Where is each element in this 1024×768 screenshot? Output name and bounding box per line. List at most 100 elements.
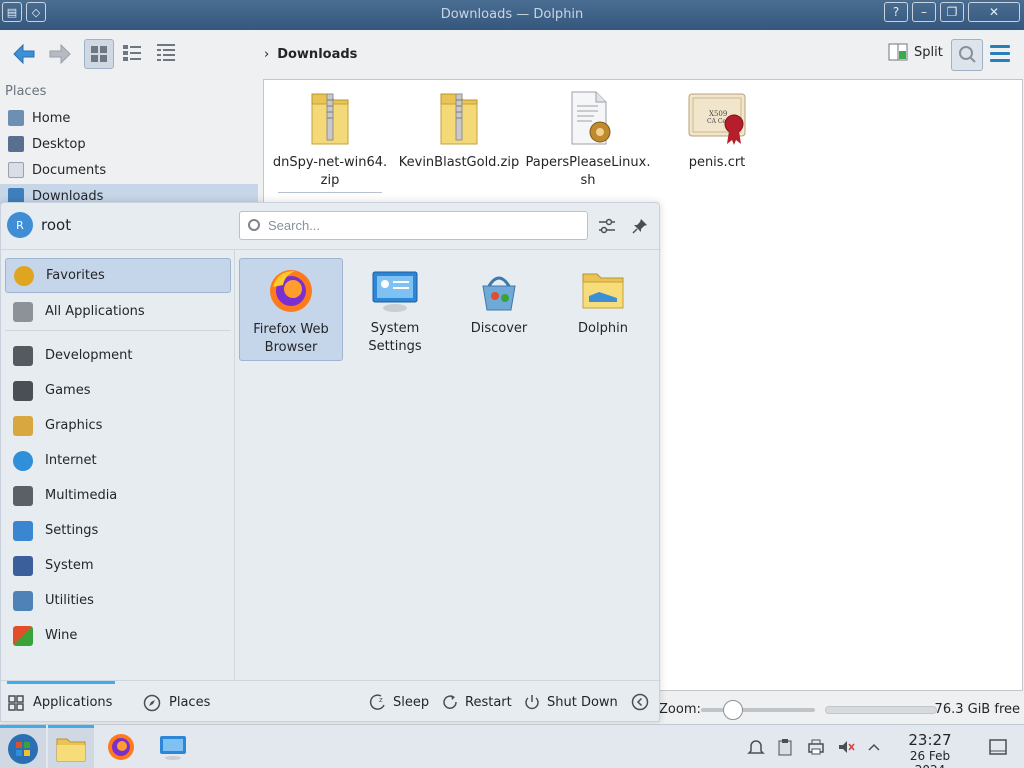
category-label: Games: [45, 383, 91, 398]
category-list: Favorites All Applications Development G…: [1, 250, 235, 680]
tab-applications[interactable]: Applications: [7, 681, 116, 724]
folder-icon: [579, 266, 627, 314]
system-icon: [13, 555, 33, 576]
maximize-button[interactable]: ❐: [940, 2, 964, 22]
favorite-dolphin[interactable]: Dolphin: [551, 258, 655, 361]
minimize-button[interactable]: –: [912, 2, 936, 22]
restart-button[interactable]: Restart: [441, 693, 512, 711]
category-all-applications[interactable]: All Applications: [5, 294, 231, 329]
user-name: root: [41, 216, 72, 234]
show-desktop-icon[interactable]: [988, 737, 1008, 757]
shutdown-button[interactable]: Shut Down: [523, 693, 618, 711]
internet-icon: [13, 450, 33, 471]
power-icon: [525, 695, 539, 710]
zoom-slider-handle[interactable]: [723, 700, 743, 720]
favorite-discover[interactable]: Discover: [447, 258, 551, 361]
task-firefox[interactable]: [98, 725, 144, 768]
breadcrumb-downloads[interactable]: Downloads: [277, 47, 357, 62]
development-icon: [13, 345, 33, 366]
notifications-icon[interactable]: [746, 737, 766, 757]
category-graphics[interactable]: Graphics: [5, 408, 231, 443]
category-development[interactable]: Development: [5, 338, 231, 373]
category-utilities[interactable]: Utilities: [5, 583, 231, 618]
settings-icon: [13, 520, 33, 541]
category-label: Favorites: [46, 268, 105, 283]
task-system-settings[interactable]: [150, 725, 196, 768]
place-documents[interactable]: Documents: [0, 158, 258, 182]
user-info[interactable]: R root: [7, 212, 71, 238]
details-view-icon: [157, 44, 175, 61]
breadcrumb[interactable]: › Downloads: [264, 47, 357, 62]
zip-folder-icon: [300, 88, 360, 148]
category-label: Development: [45, 348, 133, 363]
category-label: Multimedia: [45, 488, 118, 503]
chevron-right-icon: ›: [264, 47, 270, 62]
file-item[interactable]: dnSpy-net-win64. zip: [266, 88, 394, 193]
documents-icon: [8, 162, 24, 178]
category-label: System: [45, 558, 94, 573]
all-applications-icon: [13, 301, 33, 322]
favorite-system-settings[interactable]: System Settings: [343, 258, 447, 361]
window-title: Downloads — Dolphin: [440, 7, 584, 22]
icons-view-button[interactable]: [84, 39, 114, 69]
window-titlebar[interactable]: ▤ ◇ Downloads — Dolphin ? – ❐ ✕: [0, 0, 1024, 30]
file-item[interactable]: KevinBlastGold.zip: [395, 88, 523, 172]
search-button[interactable]: [951, 39, 983, 71]
category-wine[interactable]: Wine: [5, 618, 231, 653]
file-name-line1: dnSpy-net-win64.: [272, 155, 388, 170]
firefox-icon: [108, 734, 134, 760]
details-view-button[interactable]: [152, 39, 182, 69]
category-label: Internet: [45, 453, 97, 468]
digital-clock[interactable]: 23:27 26 Feb 2024: [893, 731, 967, 768]
discover-icon: [475, 266, 523, 314]
compact-view-button[interactable]: [118, 39, 148, 69]
help-button[interactable]: ?: [884, 2, 908, 22]
favorite-firefox[interactable]: Firefox Web Browser: [239, 258, 343, 361]
avatar[interactable]: R: [7, 212, 33, 238]
category-settings[interactable]: Settings: [5, 513, 231, 548]
task-dolphin[interactable]: [48, 725, 94, 768]
close-button[interactable]: ✕: [968, 2, 1020, 22]
sleep-icon: z: [369, 694, 385, 710]
tab-applications-label: Applications: [33, 695, 113, 710]
printer-icon[interactable]: [806, 737, 826, 757]
category-multimedia[interactable]: Multimedia: [5, 478, 231, 513]
search-icon: [248, 219, 260, 231]
category-system[interactable]: System: [5, 548, 231, 583]
configure-icon[interactable]: [597, 217, 617, 235]
multimedia-icon: [13, 485, 33, 506]
svg-text:z: z: [379, 696, 383, 704]
zoom-slider[interactable]: [701, 708, 815, 712]
applications-grid-icon: [8, 694, 24, 711]
place-desktop[interactable]: Desktop: [0, 132, 258, 156]
places-panel: Places Home Desktop Documents Downloads: [0, 78, 262, 208]
chevron-left-circle-icon: [631, 693, 649, 711]
back-button[interactable]: [8, 38, 40, 70]
compass-icon: [143, 694, 161, 711]
split-button[interactable]: Split: [888, 43, 943, 61]
utilities-icon: [13, 590, 33, 611]
chevron-up-icon[interactable]: [864, 737, 884, 757]
category-internet[interactable]: Internet: [5, 443, 231, 478]
place-home[interactable]: Home: [0, 106, 258, 130]
clipboard-icon[interactable]: [775, 737, 795, 757]
category-label: All Applications: [45, 304, 145, 319]
file-name-line2: zip: [320, 173, 340, 188]
category-label: Settings: [45, 523, 99, 538]
file-item[interactable]: X509 CA Cert penis.crt: [653, 88, 781, 172]
launcher-search-input[interactable]: [239, 211, 588, 240]
forward-button[interactable]: [44, 38, 76, 70]
more-actions-button[interactable]: [631, 693, 649, 711]
volume-muted-icon[interactable]: [836, 737, 856, 757]
file-item[interactable]: PapersPleaseLinux. sh: [524, 88, 652, 190]
split-label: Split: [914, 44, 943, 60]
sleep-button[interactable]: z Sleep: [369, 693, 429, 711]
pin-icon[interactable]: [631, 217, 649, 235]
favorite-label-line2: Settings: [368, 339, 422, 354]
hamburger-menu-icon[interactable]: [990, 45, 1010, 66]
category-favorites[interactable]: Favorites: [5, 258, 231, 293]
category-games[interactable]: Games: [5, 373, 231, 408]
tab-places[interactable]: Places: [143, 681, 210, 724]
file-name-line1: PapersPleaseLinux.: [525, 155, 651, 170]
application-launcher-button[interactable]: [0, 725, 46, 768]
